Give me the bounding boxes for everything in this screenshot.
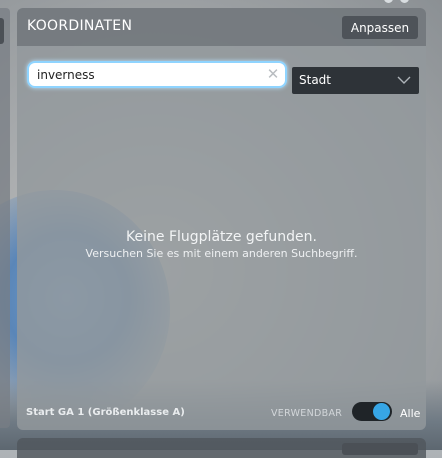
clear-icon[interactable]: ✕: [265, 65, 281, 83]
adjust-button[interactable]: Anpassen: [342, 16, 418, 39]
empty-state-title: Keine Flugplätze gefunden.: [126, 229, 317, 245]
left-panel-button[interactable]: [0, 18, 4, 44]
panel-title: KOORDINATEN: [27, 18, 133, 34]
filter-selected-value: Stadt: [299, 73, 331, 87]
start-position-label: Start GA 1 (Größenklasse A): [26, 407, 185, 418]
panel-footer: Start GA 1 (Größenklasse A) VERWENDBAR A…: [17, 400, 426, 430]
chevron-down-icon: [397, 76, 411, 84]
all-label: Alle: [400, 407, 421, 420]
usable-toggle[interactable]: [352, 402, 392, 421]
status-icon: [400, 0, 409, 3]
coordinates-panel: KOORDINATEN Anpassen ✕ Stadt Keine Flugp…: [17, 8, 426, 430]
toggle-knob: [373, 403, 390, 420]
search-input[interactable]: [37, 65, 257, 84]
status-icon: [384, 0, 393, 3]
second-panel: [17, 438, 426, 458]
second-panel-button[interactable]: [342, 443, 418, 455]
filter-select[interactable]: Stadt: [292, 67, 419, 94]
usable-label: VERWENDBAR: [271, 408, 343, 419]
empty-state-subtitle: Versuchen Sie es mit einem anderen Suchb…: [85, 247, 358, 260]
search-box[interactable]: ✕: [27, 61, 287, 88]
panel-header: KOORDINATEN Anpassen: [17, 8, 426, 46]
status-tray: [384, 0, 434, 4]
empty-state: Keine Flugplätze gefunden. Versuchen Sie…: [17, 228, 426, 262]
left-side-panel: [0, 8, 10, 428]
